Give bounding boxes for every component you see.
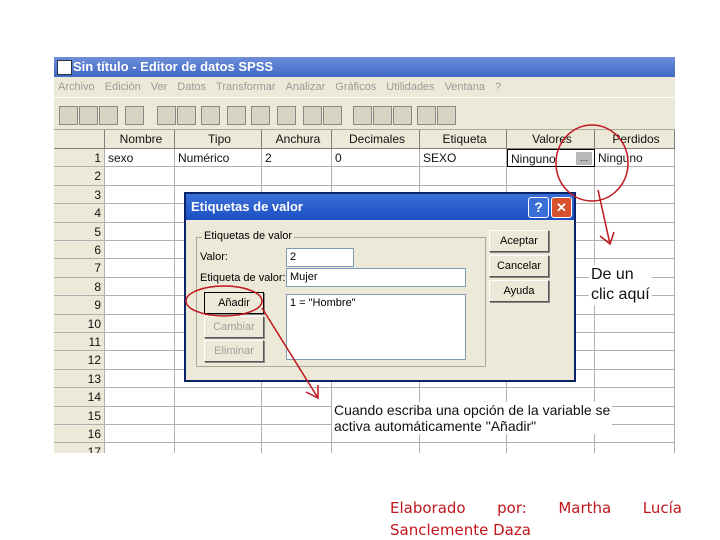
annotation-overlay — [185, 124, 629, 400]
credit-word: Martha — [558, 499, 612, 517]
credit-word: Elaborado — [390, 499, 466, 517]
arrow-add — [261, 307, 319, 399]
credit-word: por: — [497, 499, 527, 517]
arrow-valores — [597, 189, 611, 245]
credit-line-2: Sanclemente Daza — [390, 521, 531, 539]
credit-word: Lucía — [642, 499, 682, 517]
credit-line-1: Elaborado por: Martha Lucía — [390, 499, 682, 517]
highlight-circle-valores — [555, 124, 629, 202]
highlight-circle-add — [185, 285, 263, 317]
